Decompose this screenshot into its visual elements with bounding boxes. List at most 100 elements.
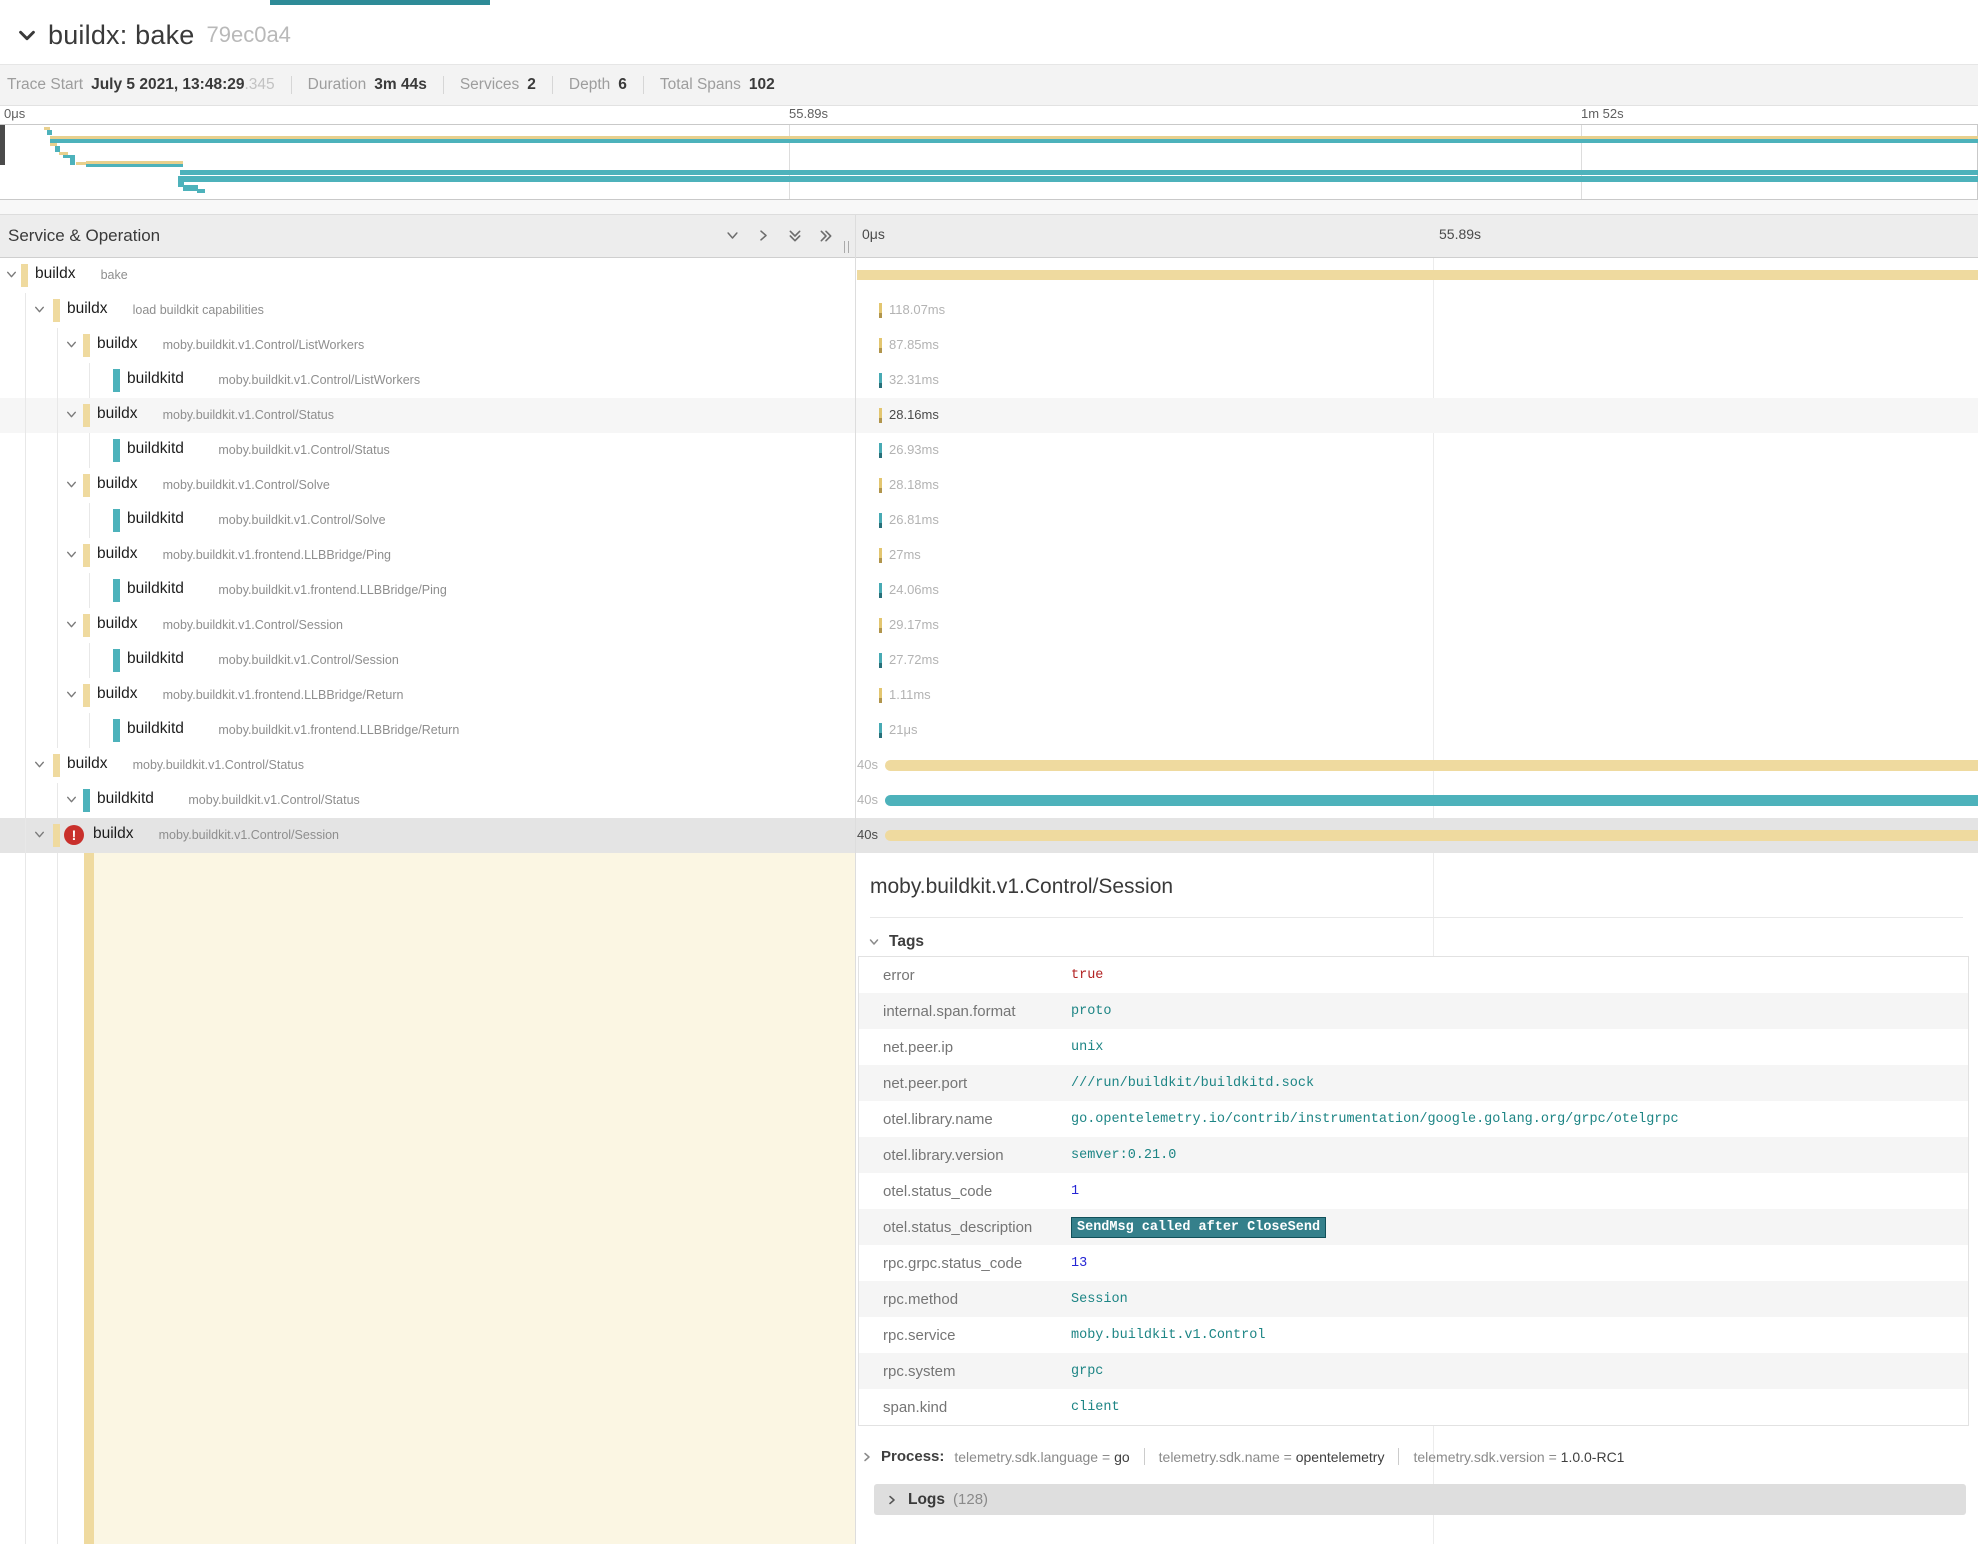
chevron-down-icon[interactable] bbox=[65, 408, 78, 426]
span-duration-bar[interactable] bbox=[885, 830, 1978, 841]
span-row-buildx-1[interactable]: buildxbake bbox=[0, 258, 1978, 293]
chevron-down-icon[interactable] bbox=[65, 793, 78, 811]
span-timeline-cell[interactable]: 1.11ms bbox=[855, 678, 1978, 713]
span-timeline-cell[interactable]: 28.16ms bbox=[855, 398, 1978, 433]
collapse-trace-chevron-icon[interactable] bbox=[14, 22, 40, 48]
span-timeline-cell[interactable]: 27ms bbox=[855, 538, 1978, 573]
span-row-buildx-11[interactable]: buildxmoby.buildkit.v1.Control/Session29… bbox=[0, 608, 1978, 643]
process-section[interactable]: Process: telemetry.sdk.language = gotele… bbox=[861, 1448, 1624, 1465]
span-duration-tick[interactable] bbox=[879, 373, 882, 388]
minimap-scrubber-handle[interactable] bbox=[0, 125, 5, 165]
span-row-buildkitd-6[interactable]: buildkitdmoby.buildkit.v1.Control/Status… bbox=[0, 433, 1978, 468]
span-row-buildx-17[interactable]: !buildxmoby.buildkit.v1.Control/Session4… bbox=[0, 818, 1978, 853]
span-name-cell[interactable]: buildkitdmoby.buildkit.v1.Control/Sessio… bbox=[0, 643, 855, 678]
span-duration-bar[interactable] bbox=[857, 270, 1978, 280]
tag-row-net.peer.port[interactable]: net.peer.port///run/buildkit/buildkitd.s… bbox=[859, 1065, 1968, 1101]
tag-row-otel.status_code[interactable]: otel.status_code1 bbox=[859, 1173, 1968, 1209]
chevron-down-icon[interactable] bbox=[65, 688, 78, 706]
tag-row-otel.library.name[interactable]: otel.library.namego.opentelemetry.io/con… bbox=[859, 1101, 1968, 1137]
span-duration-tick[interactable] bbox=[879, 618, 882, 633]
tag-row-error[interactable]: errortrue bbox=[859, 957, 1968, 993]
span-duration-tick[interactable] bbox=[879, 513, 882, 528]
span-name-cell[interactable]: buildkitdmoby.buildkit.v1.frontend.LLBBr… bbox=[0, 573, 855, 608]
span-name-cell[interactable]: buildxmoby.buildkit.v1.Control/Status bbox=[0, 748, 855, 783]
span-row-buildx-9[interactable]: buildxmoby.buildkit.v1.frontend.LLBBridg… bbox=[0, 538, 1978, 573]
span-name-cell[interactable]: buildkitdmoby.buildkit.v1.Control/ListWo… bbox=[0, 363, 855, 398]
span-row-buildkitd-4[interactable]: buildkitdmoby.buildkit.v1.Control/ListWo… bbox=[0, 363, 1978, 398]
span-name-cell[interactable]: buildxbake bbox=[0, 258, 855, 293]
span-timeline-cell[interactable]: 26.93ms bbox=[855, 433, 1978, 468]
span-timeline-cell[interactable]: 40s bbox=[855, 818, 1978, 853]
span-row-buildkitd-12[interactable]: buildkitdmoby.buildkit.v1.Control/Sessio… bbox=[0, 643, 1978, 678]
chevron-down-icon[interactable] bbox=[65, 548, 78, 566]
chevron-down-icon[interactable] bbox=[65, 338, 78, 356]
span-name-cell[interactable]: buildkitdmoby.buildkit.v1.Control/Status bbox=[0, 433, 855, 468]
span-timeline-cell[interactable]: 32.31ms bbox=[855, 363, 1978, 398]
chevron-down-icon[interactable] bbox=[65, 478, 78, 496]
collapse-all-icon[interactable] bbox=[786, 227, 803, 244]
span-row-buildx-15[interactable]: buildxmoby.buildkit.v1.Control/Status40s bbox=[0, 748, 1978, 783]
span-timeline-cell[interactable]: 87.85ms bbox=[855, 328, 1978, 363]
tag-row-otel.library.version[interactable]: otel.library.versionsemver:0.21.0 bbox=[859, 1137, 1968, 1173]
column-resize-handle[interactable] bbox=[844, 241, 849, 253]
span-timeline-cell[interactable] bbox=[855, 258, 1978, 293]
chevron-down-icon[interactable] bbox=[65, 618, 78, 636]
span-row-buildkitd-10[interactable]: buildkitdmoby.buildkit.v1.frontend.LLBBr… bbox=[0, 573, 1978, 608]
span-timeline-cell[interactable]: 21μs bbox=[855, 713, 1978, 748]
span-row-buildkitd-16[interactable]: buildkitdmoby.buildkit.v1.Control/Status… bbox=[0, 783, 1978, 818]
expand-one-icon[interactable] bbox=[755, 227, 772, 244]
span-duration-tick[interactable] bbox=[879, 653, 882, 668]
tag-row-rpc.service[interactable]: rpc.servicemoby.buildkit.v1.Control bbox=[859, 1317, 1968, 1353]
tag-row-rpc.grpc.status_code[interactable]: rpc.grpc.status_code13 bbox=[859, 1245, 1968, 1281]
span-row-buildx-3[interactable]: buildxmoby.buildkit.v1.Control/ListWorke… bbox=[0, 328, 1978, 363]
span-name-cell[interactable]: buildxmoby.buildkit.v1.frontend.LLBBridg… bbox=[0, 538, 855, 573]
tag-row-span.kind[interactable]: span.kindclient bbox=[859, 1389, 1968, 1425]
tag-row-otel.status_description[interactable]: otel.status_descriptionSendMsg called af… bbox=[859, 1209, 1968, 1245]
chevron-down-icon[interactable] bbox=[33, 758, 46, 776]
tags-section-toggle[interactable]: Tags bbox=[868, 933, 924, 951]
span-row-buildkitd-14[interactable]: buildkitdmoby.buildkit.v1.frontend.LLBBr… bbox=[0, 713, 1978, 748]
span-name-cell[interactable]: buildkitdmoby.buildkit.v1.frontend.LLBBr… bbox=[0, 713, 855, 748]
span-name-cell[interactable]: buildkitdmoby.buildkit.v1.Control/Solve bbox=[0, 503, 855, 538]
span-row-buildx-5[interactable]: buildxmoby.buildkit.v1.Control/Status28.… bbox=[0, 398, 1978, 433]
span-name-cell[interactable]: buildxmoby.buildkit.v1.Control/Solve bbox=[0, 468, 855, 503]
span-timeline-cell[interactable]: 118.07ms bbox=[855, 293, 1978, 328]
tag-row-net.peer.ip[interactable]: net.peer.ipunix bbox=[859, 1029, 1968, 1065]
span-duration-bar[interactable] bbox=[885, 760, 1978, 771]
tag-row-internal.span.format[interactable]: internal.span.formatproto bbox=[859, 993, 1968, 1029]
span-duration-tick[interactable] bbox=[879, 723, 882, 738]
span-row-buildx-7[interactable]: buildxmoby.buildkit.v1.Control/Solve28.1… bbox=[0, 468, 1978, 503]
collapse-one-icon[interactable] bbox=[724, 227, 741, 244]
span-name-cell[interactable]: buildxmoby.buildkit.v1.Control/Status bbox=[0, 398, 855, 433]
trace-minimap[interactable] bbox=[0, 124, 1978, 200]
expand-all-icon[interactable] bbox=[817, 227, 834, 244]
span-timeline-cell[interactable]: 26.81ms bbox=[855, 503, 1978, 538]
chevron-down-icon[interactable] bbox=[33, 303, 46, 321]
span-name-cell[interactable]: buildxload buildkit capabilities bbox=[0, 293, 855, 328]
span-name-cell[interactable]: buildxmoby.buildkit.v1.Control/ListWorke… bbox=[0, 328, 855, 363]
span-timeline-cell[interactable]: 28.18ms bbox=[855, 468, 1978, 503]
span-name-cell[interactable]: buildxmoby.buildkit.v1.Control/Session bbox=[0, 608, 855, 643]
tag-row-rpc.system[interactable]: rpc.systemgrpc bbox=[859, 1353, 1968, 1389]
chevron-down-icon[interactable] bbox=[5, 268, 18, 286]
span-duration-tick[interactable] bbox=[879, 303, 882, 318]
chevron-down-icon[interactable] bbox=[33, 828, 46, 846]
span-duration-tick[interactable] bbox=[879, 478, 882, 493]
span-row-buildkitd-8[interactable]: buildkitdmoby.buildkit.v1.Control/Solve2… bbox=[0, 503, 1978, 538]
span-duration-bar[interactable] bbox=[885, 795, 1978, 806]
span-row-buildx-13[interactable]: buildxmoby.buildkit.v1.frontend.LLBBridg… bbox=[0, 678, 1978, 713]
span-timeline-cell[interactable]: 29.17ms bbox=[855, 608, 1978, 643]
logs-section-toggle[interactable]: Logs (128) bbox=[874, 1484, 1966, 1515]
span-duration-tick[interactable] bbox=[879, 443, 882, 458]
span-name-cell[interactable]: !buildxmoby.buildkit.v1.Control/Session bbox=[0, 818, 855, 853]
span-duration-tick[interactable] bbox=[879, 583, 882, 598]
span-timeline-cell[interactable]: 40s bbox=[855, 748, 1978, 783]
span-duration-tick[interactable] bbox=[879, 408, 882, 423]
span-timeline-cell[interactable]: 40s bbox=[855, 783, 1978, 818]
span-timeline-cell[interactable]: 27.72ms bbox=[855, 643, 1978, 678]
span-row-buildx-2[interactable]: buildxload buildkit capabilities118.07ms bbox=[0, 293, 1978, 328]
span-duration-tick[interactable] bbox=[879, 548, 882, 563]
span-duration-tick[interactable] bbox=[879, 338, 882, 353]
span-name-cell[interactable]: buildxmoby.buildkit.v1.frontend.LLBBridg… bbox=[0, 678, 855, 713]
span-timeline-cell[interactable]: 24.06ms bbox=[855, 573, 1978, 608]
